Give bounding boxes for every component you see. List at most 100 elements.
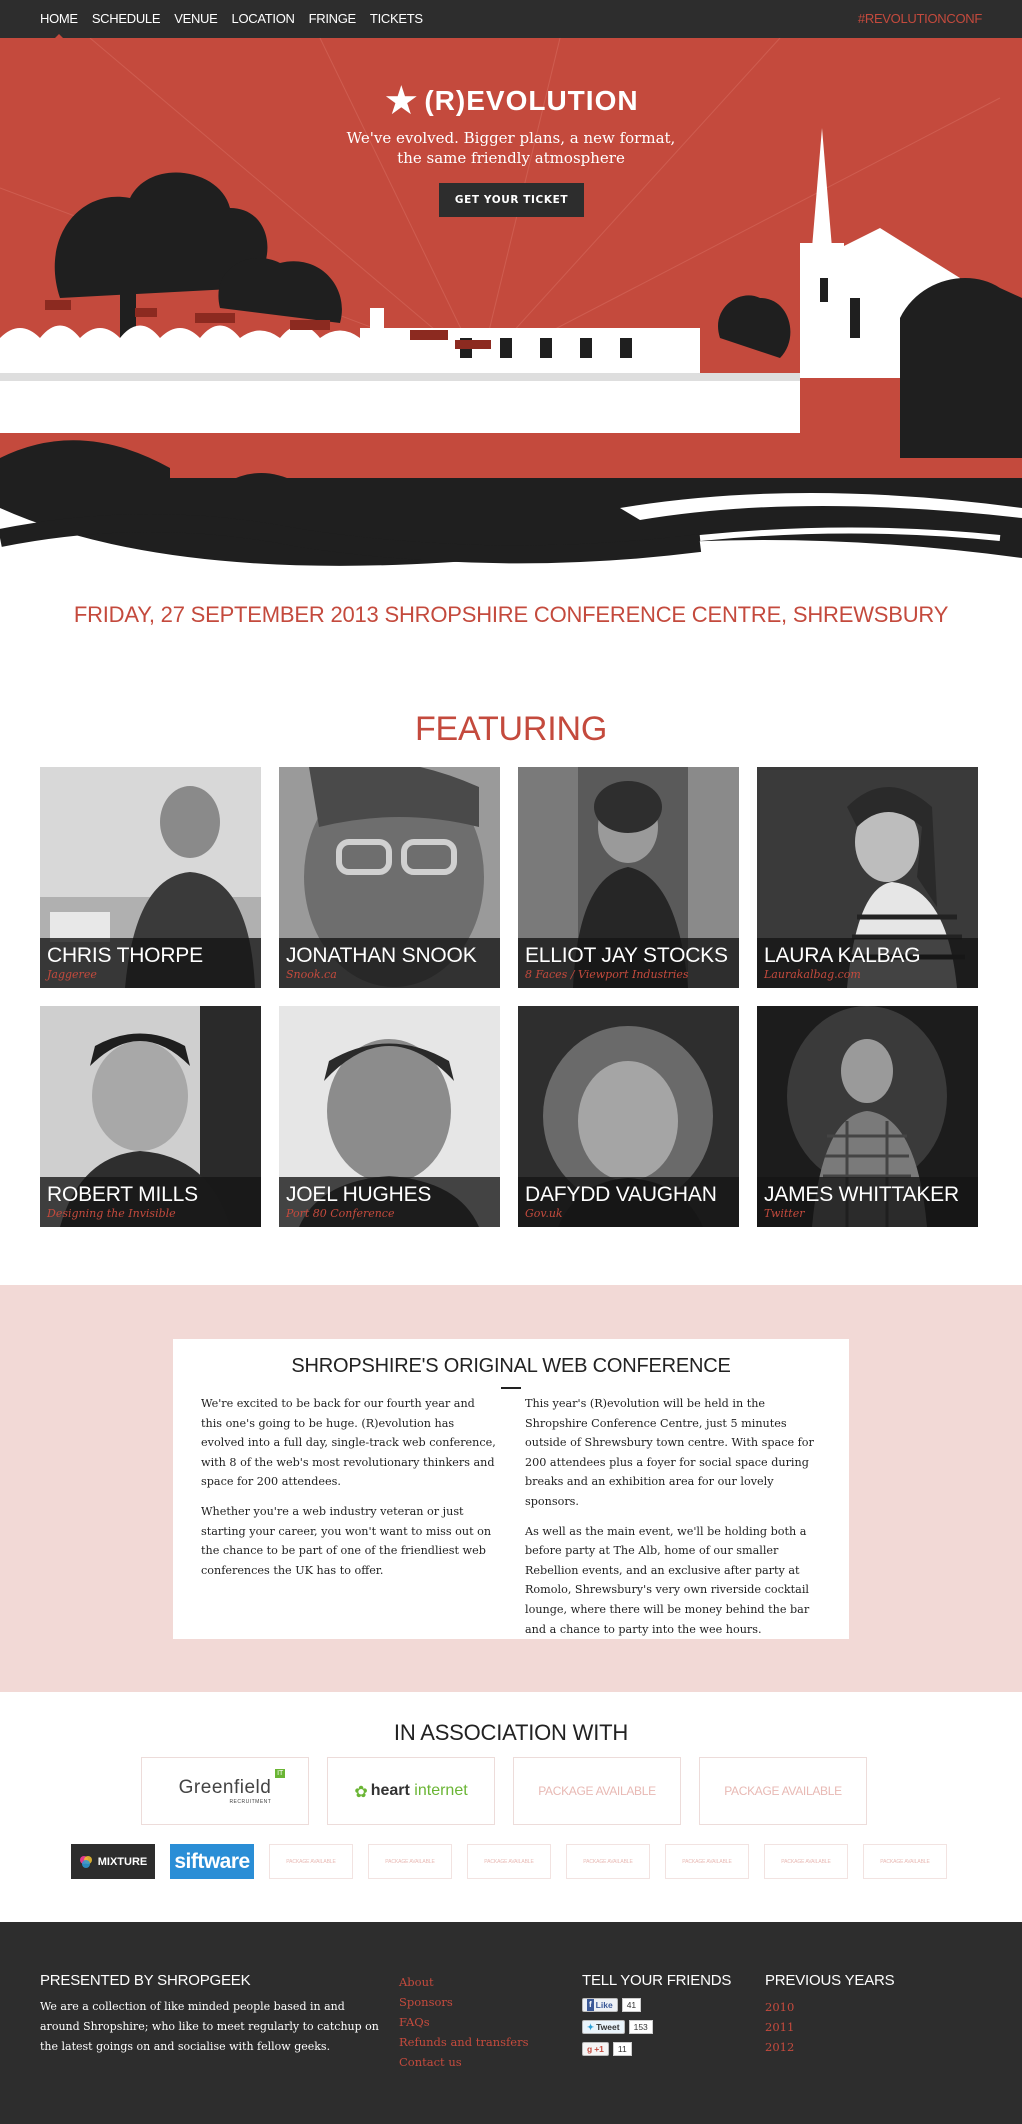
heart-name: heart: [370, 1782, 410, 1799]
speaker-caption: ROBERT MILLS Designing the Invisible: [40, 1177, 261, 1227]
star-icon: ★: [383, 78, 420, 124]
small-package-slot[interactable]: PACKAGE AVAILABLE: [764, 1844, 848, 1879]
top-nav: HOME SCHEDULE VENUE LOCATION FRINGE TICK…: [0, 0, 1022, 39]
main-sponsors: Greenfield IT RECRUITMENT ✿ heart intern…: [141, 1757, 867, 1825]
sponsor-siftware[interactable]: siftware: [170, 1844, 254, 1879]
logo-text: (R)EVOLUTION: [424, 85, 639, 116]
nav-item-location[interactable]: LOCATION: [232, 11, 295, 26]
year-link-2011[interactable]: 2011: [765, 2017, 894, 2037]
like-count: 41: [621, 1997, 642, 2012]
speaker-card[interactable]: JOEL HUGHES Port 80 Conference: [279, 1006, 500, 1227]
speaker-org: Designing the Invisible: [47, 1207, 176, 1220]
speaker-caption: DAFYDD VAUGHAN Gov.uk: [518, 1177, 739, 1227]
speaker-name: JAMES WHITTAKER: [764, 1183, 959, 1206]
twitter-tweet: ✦ Tweet 153: [582, 2019, 731, 2034]
year-link-2012[interactable]: 2012: [765, 2037, 894, 2057]
presented-heading: PRESENTED BY SHROPGEEK: [40, 1972, 251, 1989]
year-link-2010[interactable]: 2010: [765, 1997, 894, 2017]
about-column-right: This year's (R)evolution will be held in…: [525, 1394, 821, 1649]
nav-item-fringe[interactable]: FRINGE: [309, 11, 357, 26]
tagline-line-2: the same friendly atmosphere: [397, 149, 625, 167]
tweet-label: Tweet: [596, 2021, 620, 2032]
speaker-grid: CHRIS THORPE Jaggeree JONATHAN SNOOK Sno…: [40, 767, 978, 1227]
small-package-slot[interactable]: PACKAGE AVAILABLE: [566, 1844, 650, 1879]
speaker-org: Snook.ca: [286, 968, 337, 981]
small-sponsors: MIXTURE siftware PACKAGE AVAILABLE PACKA…: [71, 1844, 947, 1879]
speaker-card[interactable]: CHRIS THORPE Jaggeree: [40, 767, 261, 988]
plus-one-count: 11: [612, 2041, 632, 2056]
sponsor-package-slot[interactable]: PACKAGE AVAILABLE: [699, 1757, 867, 1825]
hashtag-link[interactable]: #REVOLUTIONCONF: [858, 11, 982, 26]
greenfield-sub: RECRUITMENT: [229, 1799, 272, 1805]
small-package-slot[interactable]: PACKAGE AVAILABLE: [269, 1844, 353, 1879]
google-plus-icon: g: [587, 2043, 593, 2054]
package-label: PACKAGE AVAILABLE: [484, 1858, 534, 1865]
package-label: PACKAGE AVAILABLE: [538, 1784, 656, 1798]
about-paragraph: Whether you're a web industry veteran or…: [201, 1504, 492, 1577]
featuring-heading: FEATURING: [414, 710, 608, 748]
about-heading: SHROPSHIRE'S ORIGINAL WEB CONFERENCE: [291, 1355, 731, 1377]
sponsor-mixture[interactable]: MIXTURE: [71, 1844, 155, 1879]
nav-item-venue[interactable]: VENUE: [174, 11, 218, 26]
package-label: PACKAGE AVAILABLE: [682, 1858, 732, 1865]
small-package-slot[interactable]: PACKAGE AVAILABLE: [665, 1844, 749, 1879]
small-package-slot[interactable]: PACKAGE AVAILABLE: [863, 1844, 947, 1879]
speaker-name: JONATHAN SNOOK: [286, 944, 477, 967]
speaker-name: JOEL HUGHES: [286, 1183, 432, 1206]
event-date-venue: FRIDAY, 27 SEPTEMBER 2013 SHROPSHIRE CON…: [73, 602, 949, 627]
about-paragraph: As well as the main event, we'll be hold…: [525, 1524, 810, 1636]
footer-link-about[interactable]: About: [399, 1972, 528, 1992]
speaker-caption: JONATHAN SNOOK Snook.ca: [279, 938, 500, 988]
sponsor-heart-internet[interactable]: ✿ heart internet: [327, 1757, 495, 1825]
package-label: PACKAGE AVAILABLE: [583, 1858, 633, 1865]
get-ticket-button[interactable]: GET YOUR TICKET: [439, 183, 584, 217]
speaker-caption: CHRIS THORPE Jaggeree: [40, 938, 261, 988]
speaker-name: LAURA KALBAG: [764, 944, 921, 967]
speaker-org: Twitter: [764, 1207, 805, 1220]
small-package-slot[interactable]: PACKAGE AVAILABLE: [368, 1844, 452, 1879]
footer-link-sponsors[interactable]: Sponsors: [399, 1992, 528, 2012]
years-heading: PREVIOUS YEARS: [765, 1972, 895, 1989]
nav-item-tickets[interactable]: TICKETS: [370, 11, 423, 26]
about-card: SHROPSHIRE'S ORIGINAL WEB CONFERENCE We'…: [173, 1339, 849, 1639]
like-label: Like: [595, 1999, 613, 2010]
small-package-slot[interactable]: PACKAGE AVAILABLE: [467, 1844, 551, 1879]
footer-link-contact[interactable]: Contact us: [399, 2052, 528, 2072]
nav-item-home[interactable]: HOME: [40, 11, 78, 39]
about-column-left: We're excited to be back for our fourth …: [201, 1394, 497, 1590]
facebook-like: f Like 41: [582, 1997, 731, 2012]
heading-divider: [501, 1387, 521, 1389]
speaker-card[interactable]: ELLIOT JAY STOCKS 8 Faces / Viewport Ind…: [518, 767, 739, 988]
nav-item-schedule[interactable]: SCHEDULE: [92, 11, 161, 26]
package-label: PACKAGE AVAILABLE: [385, 1858, 435, 1865]
package-label: PACKAGE AVAILABLE: [781, 1858, 831, 1865]
footer-share: TELL YOUR FRIENDS f Like 41 ✦ Tweet 153 g +…: [582, 1972, 731, 2063]
speaker-name: CHRIS THORPE: [47, 944, 203, 967]
plus-one-label: +1: [594, 2043, 604, 2054]
speaker-card[interactable]: JONATHAN SNOOK Snook.ca: [279, 767, 500, 988]
footer-link-refunds[interactable]: Refunds and transfers: [399, 2032, 528, 2052]
speaker-card[interactable]: ROBERT MILLS Designing the Invisible: [40, 1006, 261, 1227]
revolution-logo[interactable]: ★ (R)EVOLUTION: [0, 78, 1022, 124]
speaker-org: Gov.uk: [525, 1207, 563, 1220]
tweet-button[interactable]: ✦ Tweet: [582, 2019, 625, 2034]
footer-link-faqs[interactable]: FAQs: [399, 2012, 528, 2032]
presented-text: We are a collection of like minded peopl…: [40, 2000, 379, 2053]
facebook-like-button[interactable]: f Like: [582, 1997, 618, 2012]
speaker-org: 8 Faces / Viewport Industries: [525, 968, 689, 981]
speaker-card[interactable]: DAFYDD VAUGHAN Gov.uk: [518, 1006, 739, 1227]
speaker-caption: ELLIOT JAY STOCKS 8 Faces / Viewport Ind…: [518, 938, 739, 988]
about-paragraph: This year's (R)evolution will be held in…: [525, 1397, 814, 1508]
about-paragraph: We're excited to be back for our fourth …: [201, 1397, 496, 1489]
greenfield-name: Greenfield: [178, 1777, 272, 1798]
speaker-name: ELLIOT JAY STOCKS: [525, 944, 728, 967]
facebook-icon: f: [587, 1998, 594, 2011]
speaker-name: DAFYDD VAUGHAN: [525, 1183, 717, 1206]
plus-one-button[interactable]: g +1: [582, 2041, 609, 2056]
sponsor-package-slot[interactable]: PACKAGE AVAILABLE: [513, 1757, 681, 1825]
speaker-card[interactable]: LAURA KALBAG Laurakalbag.com: [757, 767, 978, 988]
heart-internet-icon: ✿: [354, 1781, 368, 1801]
sponsor-greenfield[interactable]: Greenfield IT RECRUITMENT: [141, 1757, 309, 1825]
hero-banner: ★ (R)EVOLUTION We've evolved. Bigger pla…: [0, 38, 1022, 583]
speaker-card[interactable]: JAMES WHITTAKER Twitter: [757, 1006, 978, 1227]
